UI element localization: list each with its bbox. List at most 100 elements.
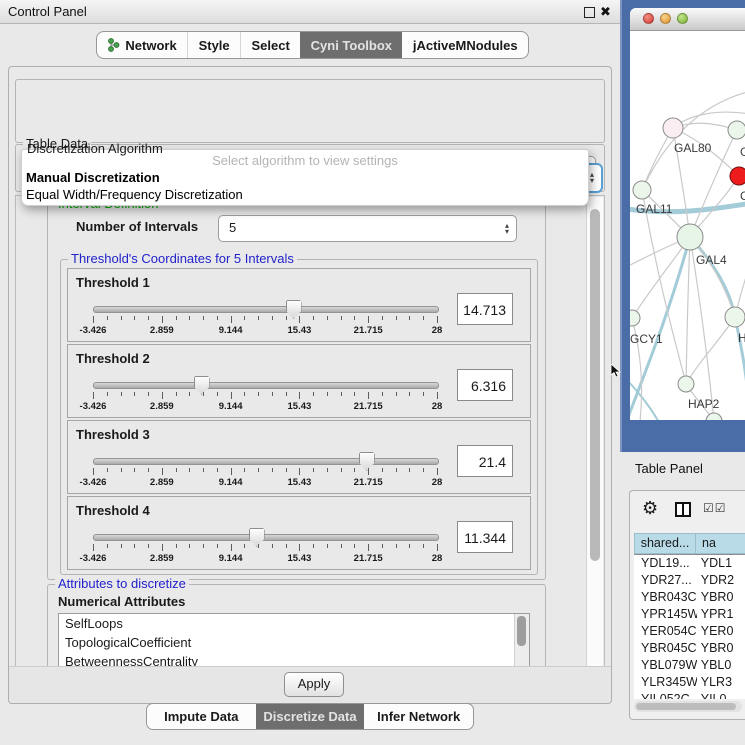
network-window-titlebar[interactable] bbox=[630, 8, 745, 31]
table-horizontal-scrollbar-thumb[interactable] bbox=[636, 703, 736, 710]
network-node[interactable] bbox=[730, 167, 745, 185]
network-edge[interactable] bbox=[686, 317, 735, 384]
tab-jactivemnodules[interactable]: jActiveMNodules bbox=[402, 32, 528, 58]
tab-network[interactable]: Network bbox=[97, 32, 187, 58]
network-edge[interactable] bbox=[642, 190, 686, 384]
threshold-slider[interactable] bbox=[93, 306, 439, 313]
shared-name-cell[interactable]: YDR27... bbox=[634, 572, 697, 589]
network-node[interactable] bbox=[725, 307, 745, 327]
table-row[interactable]: YBR043CYBR0 bbox=[634, 589, 745, 606]
name-cell[interactable]: YER0 bbox=[697, 623, 745, 640]
list-scrollbar-thumb[interactable] bbox=[517, 616, 526, 646]
slider-ticks bbox=[93, 468, 437, 476]
table-row[interactable]: YIL052CYIL0 bbox=[634, 691, 745, 699]
close-icon[interactable]: ✖ bbox=[600, 3, 611, 20]
column-header-shared-name[interactable]: shared... bbox=[634, 533, 696, 554]
threshold-value-field[interactable]: 21.4 bbox=[457, 445, 513, 477]
algorithm-option-manual[interactable]: Manual Discretization bbox=[26, 170, 160, 185]
shared-name-cell[interactable]: YDL19... bbox=[634, 555, 697, 572]
network-edge[interactable] bbox=[632, 237, 690, 318]
shared-name-cell[interactable]: YBR043C bbox=[634, 589, 697, 606]
table-row[interactable]: YBL079WYBL0 bbox=[634, 657, 745, 674]
name-cell[interactable]: YDR2 bbox=[697, 572, 745, 589]
slider-tick-labels: -3.4262.8599.14415.4321.71528 bbox=[93, 477, 437, 489]
tab-cyni-toolbox[interactable]: Cyni Toolbox bbox=[300, 32, 402, 58]
table-row[interactable]: YER054CYER0 bbox=[634, 623, 745, 640]
network-edge[interactable] bbox=[690, 237, 735, 317]
name-cell[interactable]: YLR3 bbox=[697, 674, 745, 691]
shared-name-cell[interactable]: YPR145W bbox=[634, 606, 697, 623]
float-window-icon[interactable] bbox=[584, 7, 595, 18]
algorithm-dropdown-popup: Select algorithm to view settings Manual… bbox=[21, 149, 589, 206]
network-node[interactable] bbox=[663, 118, 683, 138]
network-node-label: C bbox=[740, 189, 745, 203]
control-panel-titlebar: Control Panel ✖ bbox=[0, 0, 620, 24]
checkbox-icons[interactable]: ☑☑ bbox=[703, 501, 727, 515]
table-row[interactable]: YDR27...YDR2 bbox=[634, 572, 745, 589]
tab-discretize-data[interactable]: Discretize Data bbox=[256, 704, 365, 729]
zoom-traffic-light-icon[interactable] bbox=[677, 13, 688, 24]
shared-name-cell[interactable]: YBR045C bbox=[634, 640, 697, 657]
threshold-slider[interactable] bbox=[93, 534, 439, 541]
discretization-algorithm-title: Discretization Algorithm bbox=[25, 141, 165, 156]
algorithm-option-equal-width[interactable]: Equal Width/Frequency Discretization bbox=[26, 187, 243, 202]
table-row[interactable]: YBR045CYBR0 bbox=[634, 640, 745, 657]
network-node-label: GA bbox=[740, 145, 745, 159]
network-edge[interactable] bbox=[686, 237, 690, 384]
window-title: Control Panel bbox=[8, 0, 87, 23]
network-edge[interactable] bbox=[642, 90, 745, 190]
numerical-attributes-list: SelfLoopsTopologicalCoefficientBetweenne… bbox=[58, 613, 530, 669]
threshold-slider[interactable] bbox=[93, 382, 439, 389]
table-row[interactable]: YLR345WYLR3 bbox=[634, 674, 745, 691]
threshold-value-field[interactable]: 6.316 bbox=[457, 369, 513, 401]
number-of-intervals-combobox[interactable]: 5 ▴▾ bbox=[218, 215, 517, 242]
network-node[interactable] bbox=[728, 121, 745, 139]
network-node[interactable] bbox=[677, 224, 703, 250]
network-node[interactable] bbox=[633, 181, 651, 199]
minimize-traffic-light-icon[interactable] bbox=[660, 13, 671, 24]
network-edge[interactable] bbox=[690, 237, 735, 317]
network-icon bbox=[107, 38, 120, 52]
combo-arrows-icon: ▴▾ bbox=[505, 223, 509, 235]
network-canvas[interactable]: GAL80GACGAL11GAL4GCY1HHAP2 bbox=[630, 30, 745, 420]
thresholds-group: Threshold's Coordinates for 5 Intervals … bbox=[60, 259, 538, 575]
name-cell[interactable]: YBR0 bbox=[697, 589, 745, 606]
threshold-row: Threshold 3-3.4262.8599.14415.4321.71528… bbox=[67, 420, 531, 494]
threshold-slider[interactable] bbox=[93, 458, 439, 465]
settings-scrollbar-thumb[interactable] bbox=[590, 209, 600, 561]
shared-name-cell[interactable]: YER054C bbox=[634, 623, 697, 640]
attribute-list-item[interactable]: TopologicalCoefficient bbox=[59, 633, 529, 652]
interval-definition-group: Interval Definition Number of Intervals … bbox=[47, 204, 546, 580]
tab-style[interactable]: Style bbox=[187, 32, 240, 58]
close-traffic-light-icon[interactable] bbox=[643, 13, 654, 24]
apply-button[interactable]: Apply bbox=[284, 672, 344, 697]
tab-infer-network[interactable]: Infer Network bbox=[364, 704, 473, 729]
threshold-value-field[interactable]: 11.344 bbox=[457, 521, 513, 553]
network-node[interactable] bbox=[678, 376, 694, 392]
gear-icon[interactable]: ⚙ bbox=[642, 498, 658, 518]
shared-name-cell[interactable]: YLR345W bbox=[634, 674, 697, 691]
tab-impute-data[interactable]: Impute Data bbox=[147, 704, 256, 729]
split-view-icon[interactable] bbox=[675, 502, 691, 517]
network-node[interactable] bbox=[630, 310, 640, 326]
name-cell[interactable]: YBL0 bbox=[697, 657, 745, 674]
name-cell[interactable]: YBR0 bbox=[697, 640, 745, 657]
settings-scrollbar[interactable] bbox=[586, 197, 603, 667]
list-scrollbar[interactable] bbox=[514, 614, 529, 669]
threshold-value-field[interactable]: 14.713 bbox=[457, 293, 513, 325]
name-cell[interactable]: YPR1 bbox=[697, 606, 745, 623]
table-row[interactable]: YPR145WYPR1 bbox=[634, 606, 745, 623]
table-horizontal-scrollbar[interactable] bbox=[634, 701, 742, 712]
tab-select[interactable]: Select bbox=[240, 32, 300, 58]
shared-name-cell[interactable]: YBL079W bbox=[634, 657, 697, 674]
shared-name-cell[interactable]: YIL052C bbox=[634, 691, 697, 699]
column-header-name[interactable]: na bbox=[696, 533, 745, 554]
threshold-row: Threshold 2-3.4262.8599.14415.4321.71528… bbox=[67, 344, 531, 418]
threshold-row: Threshold 1-3.4262.8599.14415.4321.71528… bbox=[67, 268, 531, 342]
table-row[interactable]: YDL19...YDL1 bbox=[634, 555, 745, 572]
network-node-label: GCY1 bbox=[630, 332, 663, 346]
network-node-label: GAL80 bbox=[674, 141, 712, 155]
name-cell[interactable]: YDL1 bbox=[697, 555, 745, 572]
name-cell[interactable]: YIL0 bbox=[697, 691, 745, 699]
attribute-list-item[interactable]: SelfLoops bbox=[59, 614, 529, 633]
